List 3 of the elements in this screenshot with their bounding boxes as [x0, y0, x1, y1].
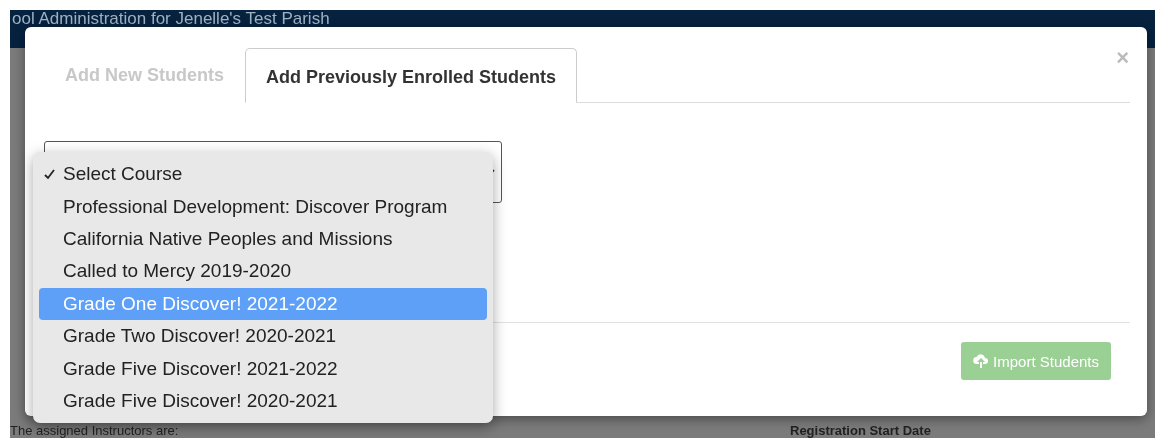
instructors-text: The assigned Instructors are: — [10, 424, 179, 438]
registration-label: Registration Start Date — [790, 424, 931, 438]
site-title: ool Administration for Jenelle's Test Parish — [12, 10, 330, 28]
